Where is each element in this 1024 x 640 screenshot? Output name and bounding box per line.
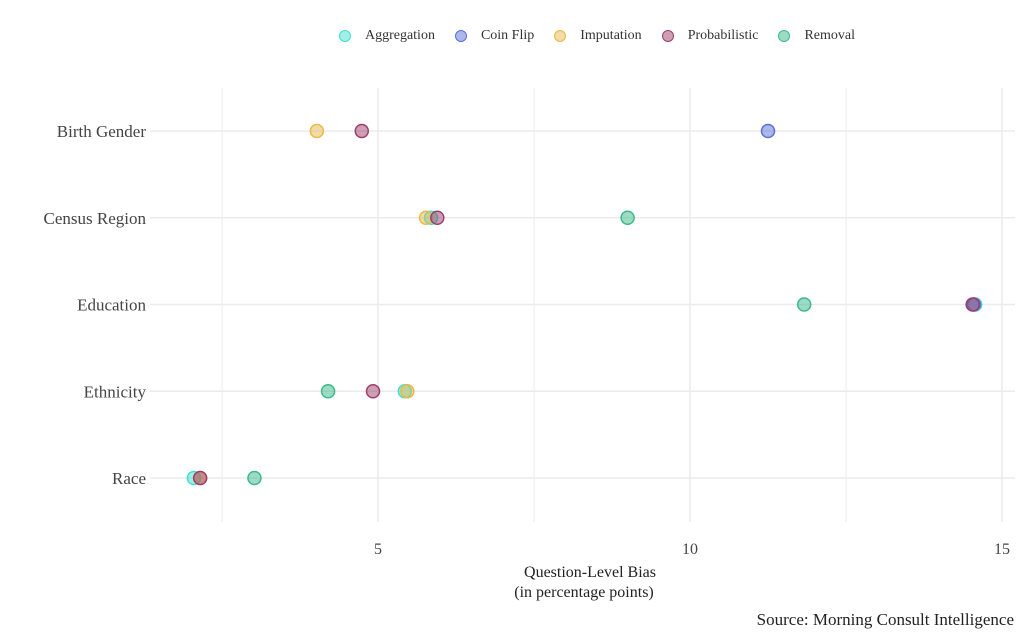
point-imputation-ethnicity <box>400 384 415 399</box>
x-tick-label: 10 <box>682 541 698 558</box>
point-removal-race <box>247 470 262 486</box>
y-tick-label: Census Region <box>44 209 147 228</box>
y-axis-labels: Birth Gender Census Region Education Ethnic… <box>44 122 147 488</box>
chart: Birth Gender Census Region Education Ethnic… <box>44 88 1015 629</box>
x-axis-subtitle: (in percentage points) <box>514 584 654 601</box>
point-removal-education <box>796 297 812 312</box>
x-tick-label: 5 <box>374 541 382 558</box>
y-tick-label: Ethnicity <box>84 382 147 401</box>
y-tick-label: Education <box>77 296 146 315</box>
x-axis-title: Question-Level Bias <box>524 564 656 581</box>
point-coin-flip-birth-gender <box>760 123 776 139</box>
point-imputation-birth-gender <box>309 123 325 139</box>
point-removal-census-region <box>620 210 635 225</box>
point-probabilistic-census-region <box>430 210 445 225</box>
point-probabilistic-race <box>192 470 208 486</box>
x-axis-labels: 5 10 15 <box>374 541 1010 558</box>
grid-lines <box>150 88 1015 522</box>
point-probabilistic-ethnicity <box>365 384 381 399</box>
point-probabilistic-birth-gender <box>354 123 370 139</box>
y-tick-label: Birth Gender <box>57 122 147 141</box>
point-probabilistic-education <box>965 297 980 312</box>
x-tick-label: 15 <box>994 541 1010 558</box>
y-tick-label: Race <box>112 469 146 488</box>
point-removal-ethnicity <box>320 384 336 399</box>
source-caption: Source: Morning Consult Intelligence <box>757 610 1014 629</box>
